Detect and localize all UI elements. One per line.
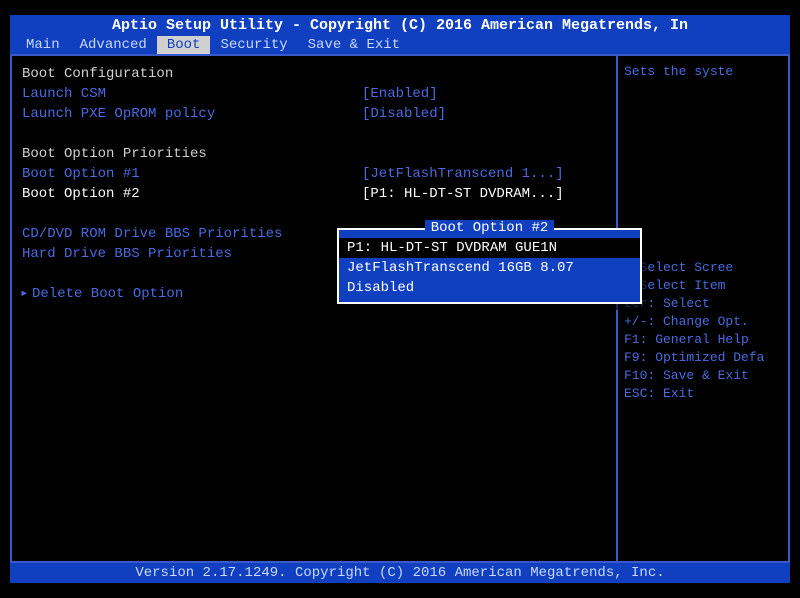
boot-option-2-label: Boot Option #2 <box>22 184 362 204</box>
priorities-heading: Boot Option Priorities <box>22 144 606 164</box>
help-line: F9: Optimized Defa <box>624 349 782 367</box>
popup-option-jetflash[interactable]: JetFlashTranscend 16GB 8.07 <box>339 258 640 278</box>
key-help: : Select Scree : Select Item ter: Select… <box>624 259 782 403</box>
boot-option-2-row[interactable]: Boot Option #2 [P1: HL-DT-ST DVDRAM...] <box>22 184 606 204</box>
help-line: ter: Select <box>624 295 782 313</box>
help-pane: Sets the syste : Select Scree : Select I… <box>618 56 788 561</box>
left-pane: Boot Configuration Launch CSM [Enabled] … <box>12 56 618 561</box>
menu-security[interactable]: Security <box>210 36 297 54</box>
triangle-right-icon: ▸ <box>20 284 28 304</box>
context-help-text: Sets the syste <box>624 64 782 79</box>
boot-option-2-value: [P1: HL-DT-ST DVDRAM...] <box>362 184 564 204</box>
menu-advanced[interactable]: Advanced <box>70 36 157 54</box>
help-line: F1: General Help <box>624 331 782 349</box>
boot-option-1-label: Boot Option #1 <box>22 164 362 184</box>
boot-config-heading: Boot Configuration <box>22 64 606 84</box>
title-bar: Aptio Setup Utility - Copyright (C) 2016… <box>10 15 790 36</box>
help-line: +/-: Change Opt. <box>624 313 782 331</box>
popup-option-disabled[interactable]: Disabled <box>339 278 640 298</box>
help-line: : Select Scree <box>624 259 782 277</box>
launch-pxe-row[interactable]: Launch PXE OpROM policy [Disabled] <box>22 104 606 124</box>
boot-option-1-value: [JetFlashTranscend 1...] <box>362 164 564 184</box>
launch-csm-value: [Enabled] <box>362 84 438 104</box>
menu-boot[interactable]: Boot <box>157 36 211 54</box>
menu-save-exit[interactable]: Save & Exit <box>298 36 410 54</box>
main-area: Boot Configuration Launch CSM [Enabled] … <box>10 54 790 563</box>
launch-csm-label: Launch CSM <box>22 84 362 104</box>
help-line: F10: Save & Exit <box>624 367 782 385</box>
launch-csm-row[interactable]: Launch CSM [Enabled] <box>22 84 606 104</box>
menu-bar: Main Advanced Boot Security Save & Exit <box>10 36 790 54</box>
popup-option-dvdram[interactable]: P1: HL-DT-ST DVDRAM GUE1N <box>339 238 640 258</box>
help-line: ESC: Exit <box>624 385 782 403</box>
boot-option-2-popup: Boot Option #2 P1: HL-DT-ST DVDRAM GUE1N… <box>337 228 642 304</box>
footer-bar: Version 2.17.1249. Copyright (C) 2016 Am… <box>10 563 790 583</box>
help-line: : Select Item <box>624 277 782 295</box>
menu-main[interactable]: Main <box>16 36 70 54</box>
popup-title: Boot Option #2 <box>339 220 640 236</box>
launch-pxe-value: [Disabled] <box>362 104 446 124</box>
boot-option-1-row[interactable]: Boot Option #1 [JetFlashTranscend 1...] <box>22 164 606 184</box>
launch-pxe-label: Launch PXE OpROM policy <box>22 104 362 124</box>
